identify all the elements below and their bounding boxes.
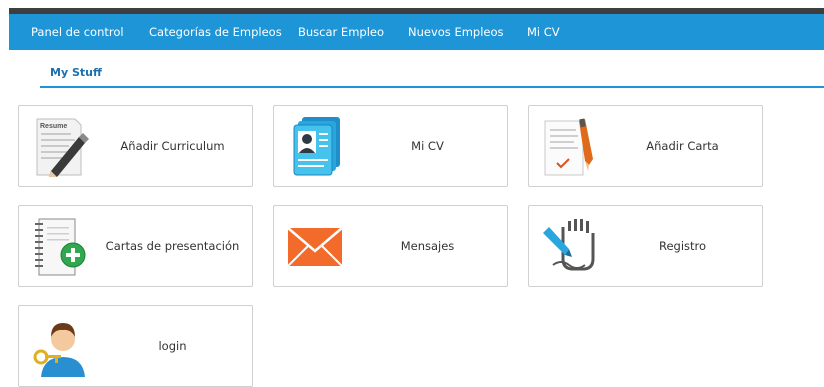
resume-icon-text: Resume xyxy=(40,123,67,130)
card-label: Registro xyxy=(658,239,707,253)
card-registro[interactable]: Registro xyxy=(528,205,763,287)
letter-pen-icon xyxy=(544,118,593,176)
card-label: Añadir Carta xyxy=(646,139,719,153)
card-mi-cv[interactable]: Mi CV xyxy=(273,105,508,187)
signature-hand-icon xyxy=(543,219,595,271)
card-cartas-de-presentacion[interactable]: Cartas de presentación xyxy=(18,205,253,287)
main-navigation: Panel de control Categorías de Empleos B… xyxy=(9,14,824,50)
card-anadir-curriculum[interactable]: Resume Añadir Curriculum xyxy=(18,105,253,187)
nav-panel-de-control[interactable]: Panel de control xyxy=(31,14,124,50)
nav-nuevos-empleos[interactable]: Nuevos Empleos xyxy=(408,14,504,50)
tab-my-stuff[interactable]: My Stuff xyxy=(50,66,102,79)
card-label: Cartas de presentación xyxy=(105,239,240,253)
card-label: Mensajes xyxy=(400,239,455,253)
envelope-icon xyxy=(287,227,343,267)
card-label: Mi CV xyxy=(411,139,444,153)
card-anadir-carta[interactable]: Añadir Carta xyxy=(528,105,763,187)
nav-buscar-empleo[interactable]: Buscar Empleo xyxy=(298,14,384,50)
profile-card-icon xyxy=(293,117,340,176)
nav-categorias-de-empleos[interactable]: Categorías de Empleos xyxy=(149,14,282,50)
resume-edit-icon: Resume xyxy=(36,118,89,177)
card-label: login xyxy=(158,339,187,353)
card-label: Añadir Curriculum xyxy=(120,139,225,153)
tab-underline xyxy=(40,86,824,88)
card-mensajes[interactable]: Mensajes xyxy=(273,205,508,287)
card-login[interactable]: login xyxy=(18,305,253,387)
user-key-icon xyxy=(33,323,85,377)
nav-mi-cv[interactable]: Mi CV xyxy=(527,14,560,50)
notebook-add-icon xyxy=(35,218,86,276)
